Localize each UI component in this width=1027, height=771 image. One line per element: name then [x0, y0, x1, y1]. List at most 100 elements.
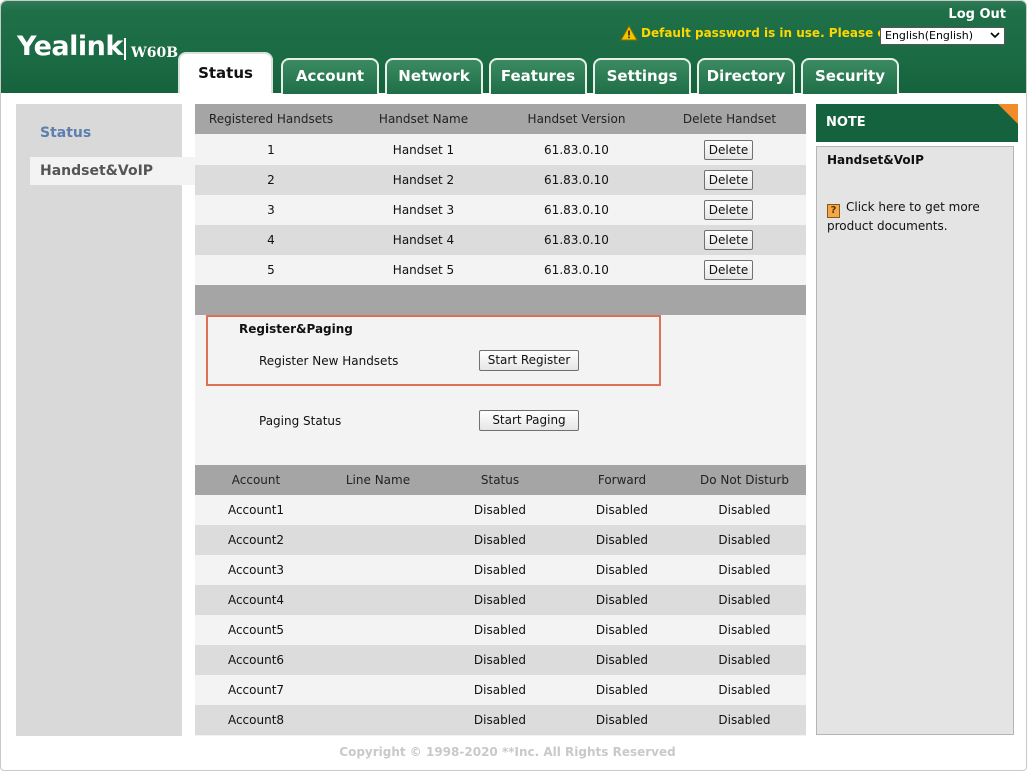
- note-header: NOTE: [816, 104, 1018, 142]
- account-name: Account8: [227, 713, 285, 727]
- account-row: Account7 Disabled Disabled Disabled: [195, 675, 806, 705]
- account-name: Account4: [227, 593, 285, 607]
- tab-security[interactable]: Security: [801, 58, 899, 94]
- product-documents-text: Click here to get more product documents…: [827, 200, 980, 233]
- start-paging-button[interactable]: Start Paging: [479, 410, 579, 431]
- column-header: Status: [480, 473, 520, 487]
- account-name: Account7: [227, 683, 285, 697]
- tab-network[interactable]: Network: [385, 58, 483, 94]
- handset-number: 1: [267, 143, 275, 157]
- dnd-status: Disabled: [718, 593, 771, 607]
- handset-name: Handset 4: [392, 233, 455, 247]
- language-value: English(English): [885, 29, 974, 42]
- account-row: Account2 Disabled Disabled Disabled: [195, 525, 806, 555]
- account-row: Account1 Disabled Disabled Disabled: [195, 495, 806, 525]
- handset-number: 2: [267, 173, 275, 187]
- delete-handset-button[interactable]: Delete: [704, 170, 753, 190]
- account-table-header: Account Line Name Status Forward Do Not …: [195, 465, 806, 495]
- start-register-button[interactable]: Start Register: [479, 350, 579, 371]
- forward-status: Disabled: [595, 623, 649, 637]
- account-status: Disabled: [473, 533, 527, 547]
- handset-row: 5 Handset 5 61.83.0.10 Delete: [195, 255, 806, 285]
- delete-handset-button[interactable]: Delete: [704, 200, 753, 220]
- account-status: Disabled: [473, 683, 527, 697]
- dnd-status: Disabled: [718, 713, 771, 727]
- column-header: Account: [231, 473, 281, 487]
- register-new-handsets-label: Register New Handsets: [259, 354, 399, 368]
- copyright-footer: Copyright © 1998-2020 **Inc. All Rights …: [339, 745, 676, 759]
- chevron-down-icon: [990, 32, 1000, 39]
- column-header: Handset Version: [527, 112, 626, 126]
- handset-number: 3: [267, 203, 275, 217]
- tab-account[interactable]: Account: [281, 58, 379, 94]
- column-header: Line Name: [345, 473, 411, 487]
- product-documents-link[interactable]: ? Click here to get more product document…: [827, 199, 1007, 234]
- delete-handset-button[interactable]: Delete: [704, 230, 753, 250]
- forward-status: Disabled: [595, 653, 649, 667]
- handset-name: Handset 3: [392, 203, 455, 217]
- handset-row: 3 Handset 3 61.83.0.10 Delete: [195, 195, 806, 225]
- handset-version: 61.83.0.10: [544, 203, 609, 217]
- column-header: Do Not Disturb: [700, 473, 789, 487]
- forward-status: Disabled: [595, 533, 649, 547]
- logo-separator: [124, 38, 126, 60]
- delete-handset-button[interactable]: Delete: [704, 140, 753, 160]
- note-title: Handset&VoIP: [827, 153, 924, 167]
- help-icon: ?: [827, 204, 840, 218]
- account-row: Account4 Disabled Disabled Disabled: [195, 585, 806, 615]
- tab-status[interactable]: Status: [178, 52, 273, 93]
- handset-version: 61.83.0.10: [544, 143, 609, 157]
- account-status: Disabled: [473, 593, 527, 607]
- handset-number: 5: [267, 263, 275, 277]
- account-row: Account6 Disabled Disabled Disabled: [195, 645, 806, 675]
- note-panel: Handset&VoIP ? Click here to get more pro…: [816, 146, 1014, 735]
- main-content: Registered Handsets Handset Name Handset…: [195, 104, 806, 736]
- column-header: Handset Name: [378, 112, 469, 126]
- header-bar: Yealink W60B Log Out Default password is…: [1, 1, 1026, 94]
- account-status: Disabled: [473, 653, 527, 667]
- column-header: Registered Handsets: [208, 112, 334, 126]
- forward-status: Disabled: [595, 593, 649, 607]
- account-status: Disabled: [473, 713, 527, 727]
- column-header: Delete Handset: [682, 112, 777, 126]
- sidebar-item-status[interactable]: Status: [40, 125, 91, 141]
- account-row: Account3 Disabled Disabled Disabled: [195, 555, 806, 585]
- column-header: Forward: [597, 473, 647, 487]
- dnd-status: Disabled: [718, 533, 771, 547]
- account-row: Account8 Disabled Disabled Disabled: [195, 705, 806, 735]
- account-name: Account2: [227, 533, 285, 547]
- tab-directory[interactable]: Directory: [697, 58, 795, 94]
- account-name: Account6: [227, 653, 285, 667]
- forward-status: Disabled: [595, 683, 649, 697]
- handset-row: 1 Handset 1 61.83.0.10 Delete: [195, 135, 806, 165]
- brand-logo: Yealink: [17, 31, 123, 62]
- account-status: Disabled: [473, 623, 527, 637]
- dnd-status: Disabled: [718, 653, 771, 667]
- language-select[interactable]: English(English): [880, 27, 1005, 45]
- account-row: Account5 Disabled Disabled Disabled: [195, 615, 806, 645]
- model-name: W60B: [131, 45, 179, 61]
- delete-handset-button[interactable]: Delete: [704, 260, 753, 280]
- account-name: Account1: [227, 503, 285, 517]
- forward-status: Disabled: [595, 713, 649, 727]
- forward-status: Disabled: [595, 563, 649, 577]
- handset-table-header: Registered Handsets Handset Name Handset…: [195, 104, 806, 134]
- forward-status: Disabled: [595, 503, 649, 517]
- note-corner-icon: [998, 104, 1018, 124]
- dnd-status: Disabled: [718, 503, 771, 517]
- handset-version: 61.83.0.10: [544, 263, 609, 277]
- handset-name: Handset 5: [392, 263, 455, 277]
- paging-status-label: Paging Status: [259, 414, 342, 428]
- dnd-status: Disabled: [718, 683, 771, 697]
- handset-name: Handset 2: [392, 173, 455, 187]
- handset-row: 2 Handset 2 61.83.0.10 Delete: [195, 165, 806, 195]
- handset-version: 61.83.0.10: [544, 173, 609, 187]
- sidebar-item-handset-voip[interactable]: Handset&VoIP: [30, 157, 208, 185]
- register-paging-title: Register&Paging: [239, 322, 353, 336]
- account-name: Account5: [227, 623, 285, 637]
- warning-icon: [620, 25, 638, 41]
- app-window: Yealink W60B Log Out Default password is…: [0, 0, 1027, 771]
- tab-features[interactable]: Features: [489, 58, 587, 94]
- logout-link[interactable]: Log Out: [948, 7, 1006, 22]
- tab-settings[interactable]: Settings: [593, 58, 691, 94]
